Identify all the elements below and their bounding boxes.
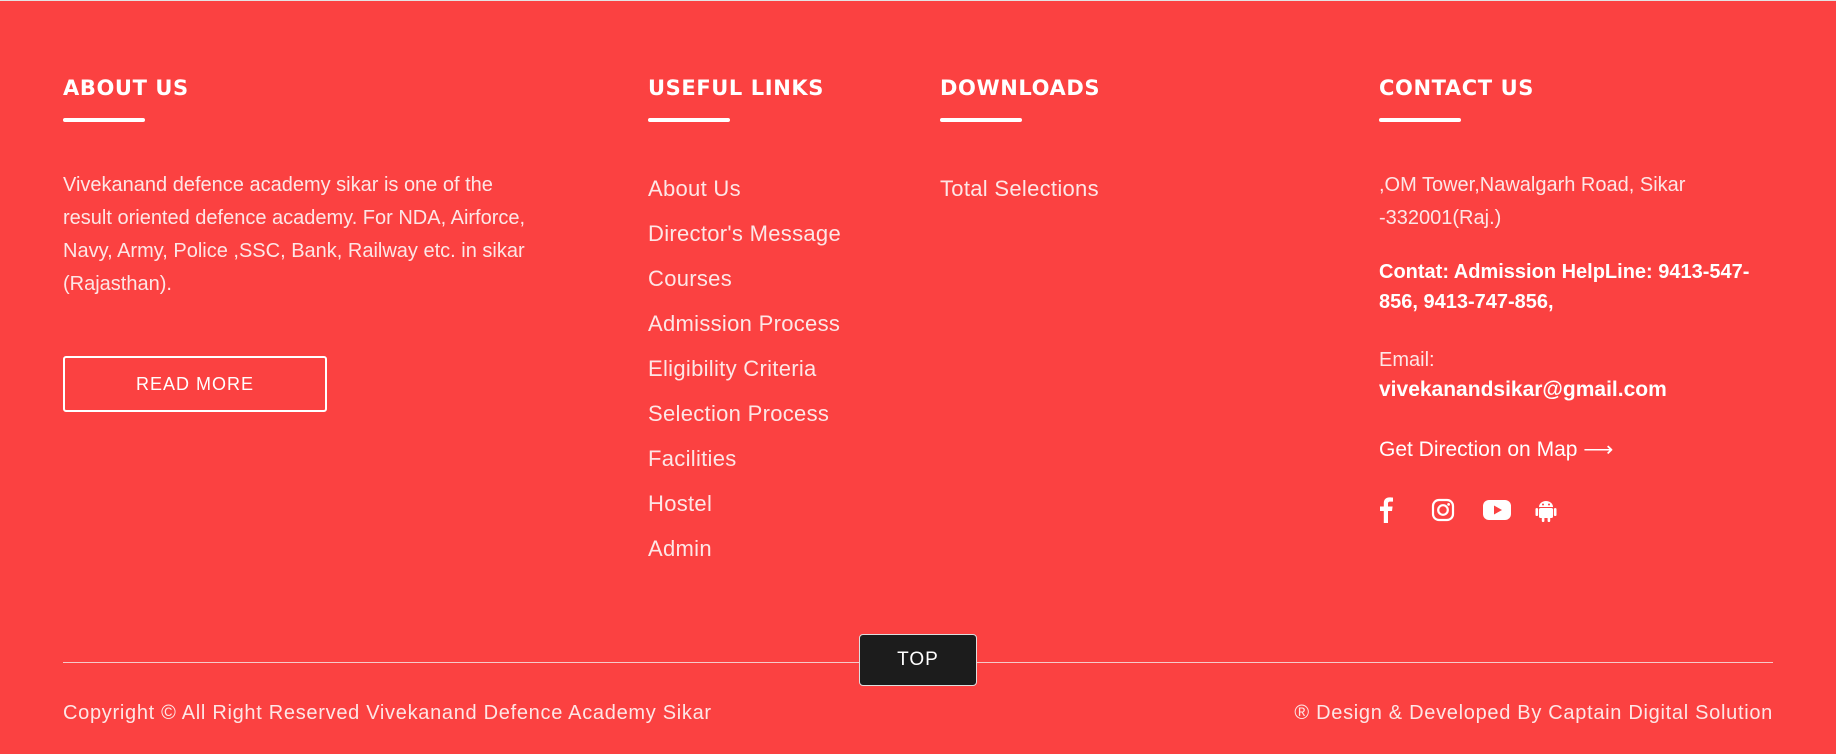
- link-admission-process[interactable]: Admission Process: [648, 301, 841, 346]
- about-heading: ABOUT US: [63, 76, 189, 100]
- email-link[interactable]: vivekanandsikar@gmail.com: [1379, 375, 1779, 405]
- heading-underline: [63, 118, 145, 122]
- scroll-top-button[interactable]: TOP: [859, 634, 977, 686]
- copyright-text: Copyright © All Right Reserved Vivekanan…: [63, 702, 712, 724]
- link-hostel[interactable]: Hostel: [648, 481, 841, 526]
- contact-heading: CONTACT US: [1379, 76, 1535, 100]
- link-total-selections[interactable]: Total Selections: [940, 166, 1100, 211]
- social-links: [1379, 495, 1779, 525]
- contact-section: CONTACT US ,OM Tower,Nawalgarh Road, Sik…: [1379, 74, 1779, 525]
- link-directors-message[interactable]: Director's Message: [648, 211, 841, 256]
- youtube-icon[interactable]: [1483, 495, 1535, 525]
- link-selection-process[interactable]: Selection Process: [648, 391, 841, 436]
- about-section: ABOUT US Vivekanand defence academy sika…: [63, 74, 533, 412]
- link-eligibility-criteria[interactable]: Eligibility Criteria: [648, 346, 841, 391]
- heading-underline: [940, 118, 1022, 122]
- email-label: Email:: [1379, 349, 1435, 371]
- about-text: Vivekanand defence academy sikar is one …: [63, 174, 526, 295]
- link-facilities[interactable]: Facilities: [648, 436, 841, 481]
- heading-underline: [1379, 118, 1461, 122]
- android-icon[interactable]: [1535, 495, 1587, 525]
- useful-links-heading: USEFUL LINKS: [648, 76, 824, 100]
- useful-links-list: About Us Director's Message Courses Admi…: [648, 166, 841, 571]
- developer-credit: ® Design & Developed By Captain Digital …: [1294, 702, 1773, 724]
- address-text: ,OM Tower,Nawalgarh Road, Sikar -332001(…: [1379, 174, 1686, 229]
- useful-links-section: USEFUL LINKS About Us Director's Message…: [648, 74, 841, 571]
- downloads-heading: DOWNLOADS: [940, 76, 1101, 100]
- downloads-section: DOWNLOADS Total Selections: [940, 74, 1100, 211]
- link-courses[interactable]: Courses: [648, 256, 841, 301]
- link-about-us[interactable]: About Us: [648, 166, 841, 211]
- instagram-icon[interactable]: [1431, 495, 1483, 525]
- top-border: [0, 0, 1836, 1]
- downloads-list: Total Selections: [940, 166, 1100, 211]
- heading-underline: [648, 118, 730, 122]
- facebook-icon[interactable]: [1379, 495, 1431, 525]
- get-direction-link[interactable]: Get Direction on Map ⟶: [1379, 435, 1613, 465]
- read-more-button[interactable]: READ MORE: [63, 356, 327, 412]
- link-admin[interactable]: Admin: [648, 526, 841, 571]
- phone-text: Contat: Admission HelpLine: 9413-547-856…: [1379, 261, 1750, 313]
